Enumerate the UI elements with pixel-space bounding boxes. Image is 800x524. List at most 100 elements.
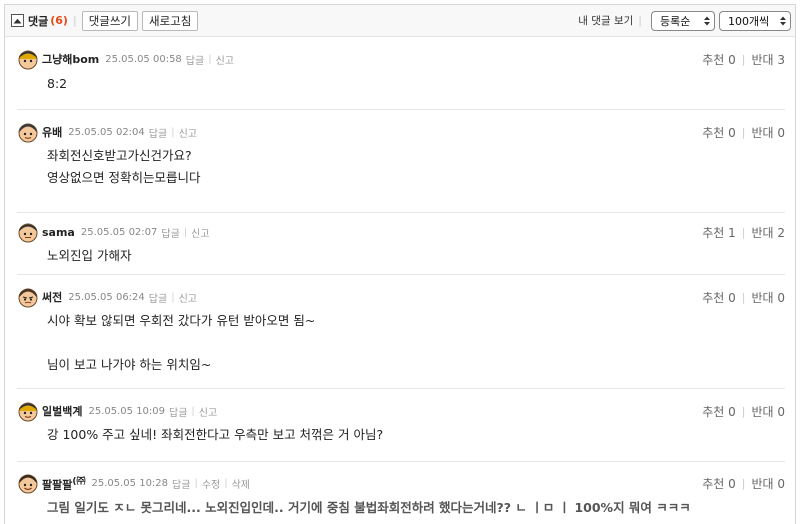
report-link[interactable]: 신고: [216, 52, 234, 67]
comment-body: 강 100% 주고 싶네! 좌회전한다고 우측만 보고 처꺾은 거 아님?: [17, 422, 785, 446]
vote-divider: |: [741, 404, 746, 418]
report-link[interactable]: 신고: [191, 225, 209, 240]
comments-count: (6): [50, 14, 68, 27]
avatar-icon: [18, 474, 38, 494]
comment-blank-line: [47, 332, 785, 354]
action-divider: |: [208, 53, 212, 65]
comment-header: 팔팔팔(㈜ 25.05.05 10:28 답글 | 수정 | 삭제 추천 0 |…: [17, 472, 785, 494]
collapse-toggle-icon[interactable]: [11, 14, 24, 27]
vote-divider: |: [741, 476, 746, 490]
comment-text-line: 그림 일기도 ㅈㄴ 못그리네... 노외진입인데.. 거기에 중침 불법좌회전하…: [47, 500, 691, 515]
comment-text-line: 좌회전신호받고가신건가요?: [47, 148, 192, 163]
comment-item: 그냥해bom 25.05.05 00:58 답글 | 신고 추천 0 | 반대 …: [17, 37, 785, 110]
comment-text-line: 8:2: [47, 76, 68, 91]
recommend-button[interactable]: 추천 0: [702, 403, 736, 420]
comment-item: 팔팔팔(㈜ 25.05.05 10:28 답글 | 수정 | 삭제 추천 0 |…: [17, 462, 785, 524]
comment-text-line: 강 100% 주고 싶네! 좌회전한다고 우측만 보고 처꺾은 거 아님?: [47, 427, 384, 442]
comment-author[interactable]: 일벌백계: [42, 403, 82, 419]
per-page-value: 100개씩: [728, 14, 770, 28]
comments-title: 댓글: [28, 14, 49, 28]
comment-votes: 추천 0 | 반대 0: [702, 124, 785, 141]
action-divider: |: [171, 126, 175, 138]
reply-link[interactable]: 답글: [149, 290, 167, 305]
comment-votes: 추천 1 | 반대 2: [702, 224, 785, 241]
comment-text-line: 영상없으면 정확히는모릅니다: [47, 170, 201, 185]
report-link[interactable]: 신고: [179, 125, 197, 140]
per-page-select[interactable]: 100개씩: [719, 10, 791, 31]
oppose-button[interactable]: 반대 0: [751, 475, 785, 492]
refresh-button[interactable]: 새로고침: [142, 10, 199, 31]
comment-author[interactable]: 유배: [42, 124, 62, 140]
comment-body: 노외진입 가해자: [17, 243, 785, 267]
comment-body: 그림 일기도 ㅈㄴ 못그리네... 노외진입인데.. 거기에 중침 불법좌회전하…: [17, 494, 785, 519]
select-arrows-icon: [704, 16, 710, 26]
oppose-button[interactable]: 반대 0: [751, 124, 785, 141]
comment-body: 좌회전신호받고가신건가요? 영상없으면 정확히는모릅니다: [17, 143, 785, 189]
comment-text-line: 님이 보고 나가야 하는 위치임~: [47, 357, 212, 372]
avatar-icon: [18, 223, 38, 243]
reply-link[interactable]: 답글: [149, 125, 167, 140]
comment-author[interactable]: 그냥해bom: [42, 51, 99, 67]
sort-order-value: 등록순: [660, 14, 691, 28]
comment-author[interactable]: 팔팔팔(㈜: [42, 474, 86, 493]
avatar-icon: [18, 288, 38, 308]
reply-link[interactable]: 답글: [161, 225, 179, 240]
oppose-button[interactable]: 반대 3: [751, 51, 785, 68]
action-divider: |: [194, 477, 198, 489]
comment-votes: 추천 0 | 반대 0: [702, 475, 785, 492]
report-link[interactable]: 신고: [199, 404, 217, 419]
toolbar-divider: |: [72, 14, 77, 27]
my-comments-link[interactable]: 내 댓글 보기: [578, 13, 633, 28]
vote-divider: |: [741, 225, 746, 239]
comment-date: 25.05.05 02:04: [68, 126, 145, 138]
oppose-button[interactable]: 반대 0: [751, 289, 785, 306]
comment-header: 써전 25.05.05 06:24 답글 | 신고 추천 0 | 반대 0: [17, 286, 785, 308]
recommend-button[interactable]: 추천 0: [702, 124, 736, 141]
recommend-button[interactable]: 추천 0: [702, 51, 736, 68]
sort-order-select[interactable]: 등록순: [651, 10, 715, 31]
delete-link[interactable]: 삭제: [232, 476, 250, 491]
comment-header: 일벌백계 25.05.05 10:09 답글 | 신고 추천 0 | 반대 0: [17, 400, 785, 422]
comment-item: 일벌백계 25.05.05 10:09 답글 | 신고 추천 0 | 반대 0 …: [17, 389, 785, 462]
oppose-button[interactable]: 반대 2: [751, 224, 785, 241]
action-divider: |: [171, 291, 175, 303]
comments-panel: 댓글 (6) | 댓글쓰기 새로고침 내 댓글 보기 | 등록순 100개씩 그…: [4, 4, 796, 524]
comment-date: 25.05.05 06:24: [68, 291, 145, 303]
author-badge: (㈜: [72, 476, 86, 487]
comment-date: 25.05.05 10:09: [88, 405, 166, 417]
comment-votes: 추천 0 | 반대 0: [702, 403, 785, 420]
report-link[interactable]: 신고: [179, 290, 197, 305]
toolbar-divider: |: [638, 14, 642, 27]
comment-date: 25.05.05 00:58: [105, 53, 182, 65]
avatar-icon: [18, 50, 38, 70]
reply-link[interactable]: 답글: [186, 52, 204, 67]
action-divider: |: [191, 405, 195, 417]
comment-item: 써전 25.05.05 06:24 답글 | 신고 추천 0 | 반대 0 시야…: [17, 275, 785, 389]
reply-link[interactable]: 답글: [169, 404, 187, 419]
comment-text-line: 노외진입 가해자: [47, 248, 132, 263]
vote-divider: |: [741, 125, 746, 139]
edit-link[interactable]: 수정: [202, 476, 220, 491]
reply-link[interactable]: 답글: [172, 476, 190, 491]
comment-body: 8:2: [17, 70, 785, 95]
write-comment-button[interactable]: 댓글쓰기: [81, 10, 139, 31]
select-arrows-icon: [780, 16, 786, 26]
recommend-button[interactable]: 추천 0: [702, 289, 736, 306]
vote-divider: |: [741, 52, 746, 66]
comment-votes: 추천 0 | 반대 0: [702, 289, 785, 306]
comment-item: sama 25.05.05 02:07 답글 | 신고 추천 1 | 반대 2 …: [17, 213, 785, 275]
comment-header: 그냥해bom 25.05.05 00:58 답글 | 신고 추천 0 | 반대 …: [17, 48, 785, 70]
comment-author[interactable]: 써전: [42, 289, 62, 305]
comment-date: 25.05.05 10:28: [91, 477, 169, 489]
comment-text-line: 시야 확보 않되면 우회전 갔다가 유턴 받아오면 됨~: [47, 313, 316, 328]
recommend-button[interactable]: 추천 1: [702, 224, 736, 241]
comment-author-name: 팔팔팔: [42, 478, 73, 492]
oppose-button[interactable]: 반대 0: [751, 403, 785, 420]
recommend-button[interactable]: 추천 0: [702, 475, 736, 492]
comment-date: 25.05.05 02:07: [80, 226, 158, 238]
comment-header: 유배 25.05.05 02:04 답글 | 신고 추천 0 | 반대 0: [17, 121, 785, 143]
comment-votes: 추천 0 | 반대 3: [702, 51, 785, 68]
comment-author[interactable]: sama: [42, 226, 75, 239]
comment-header: sama 25.05.05 02:07 답글 | 신고 추천 1 | 반대 2: [17, 221, 785, 243]
avatar-icon: [18, 123, 38, 143]
